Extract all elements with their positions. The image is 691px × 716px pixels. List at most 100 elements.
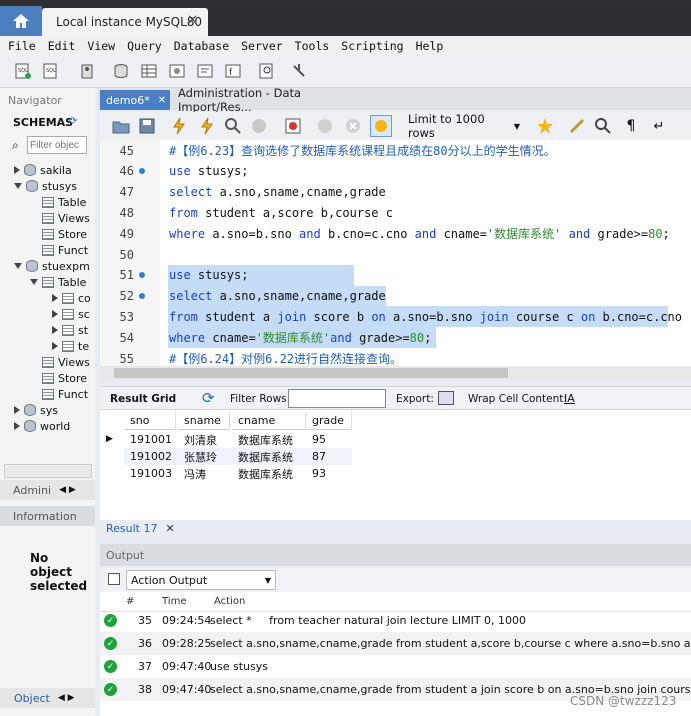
- open-sql-file-icon[interactable]: SQL: [40, 60, 62, 82]
- column-header-cname[interactable]: cname: [232, 412, 306, 430]
- cell-grade[interactable]: 95: [306, 431, 326, 448]
- copy-icon[interactable]: [108, 573, 120, 585]
- refresh-schemas-icon[interactable]: ⟳: [69, 116, 77, 127]
- tree-item-table-teacher[interactable]: te: [52, 338, 89, 354]
- menu-scripting[interactable]: Scripting: [333, 39, 403, 53]
- expand-icon[interactable]: [52, 310, 58, 318]
- tab-demo6[interactable]: demo6* ✕: [100, 90, 170, 110]
- cell-sname[interactable]: 冯涛: [178, 465, 206, 482]
- tree-item-sakila[interactable]: sakila: [14, 162, 72, 178]
- output-row[interactable]: ✓ 35 09:24:54 select * from teacher natu…: [100, 609, 691, 632]
- tree-item-table-student[interactable]: st: [52, 322, 88, 338]
- create-view-icon[interactable]: [166, 60, 188, 82]
- wrap-cell-icon[interactable]: IA: [564, 392, 575, 405]
- code-line[interactable]: 55 #【例6.24】对例6.22进行自然连接查询。: [100, 348, 691, 367]
- tree-item-tables[interactable]: Table: [42, 194, 86, 210]
- explain-icon[interactable]: [222, 115, 244, 137]
- menu-tools[interactable]: Tools: [287, 39, 330, 53]
- cell-sno[interactable]: 191002: [124, 448, 172, 465]
- filter-rows-input[interactable]: [288, 389, 386, 408]
- column-header-grade[interactable]: grade: [306, 412, 352, 430]
- home-button[interactable]: [0, 6, 42, 36]
- tree-item-stored-procedures[interactable]: Store: [42, 226, 87, 242]
- tree-item-sys[interactable]: sys: [14, 402, 58, 418]
- collapse-icon[interactable]: [14, 183, 22, 189]
- result-grid-label[interactable]: Result Grid: [110, 393, 176, 405]
- cell-sno[interactable]: 191001: [124, 431, 172, 448]
- commit-icon[interactable]: [314, 115, 336, 137]
- collapse-icon[interactable]: [30, 279, 38, 285]
- expand-icon[interactable]: [14, 166, 20, 174]
- cell-cname[interactable]: 数据库系统: [232, 465, 293, 482]
- output-row[interactable]: ✓ 36 09:28:25 select a.sno,sname,cname,g…: [100, 632, 691, 655]
- menu-file[interactable]: File: [0, 39, 36, 53]
- close-icon[interactable]: ✕: [165, 522, 174, 535]
- expand-icon[interactable]: [52, 294, 58, 302]
- save-icon[interactable]: [136, 115, 158, 137]
- code-line[interactable]: 51 use stusys;: [100, 264, 691, 286]
- expand-icon[interactable]: [14, 406, 20, 414]
- toggle-error-icon[interactable]: [282, 115, 304, 137]
- cell-cname[interactable]: 数据库系统: [232, 431, 293, 448]
- code-line[interactable]: 48 from student a,score b,course c: [100, 202, 691, 223]
- new-sql-tab-icon[interactable]: SQL: [12, 60, 34, 82]
- tree-item-stusys[interactable]: stusys: [14, 178, 77, 194]
- code-line[interactable]: 49 where a.sno=b.sno and b.cno=c.cno and …: [100, 223, 691, 244]
- find-icon[interactable]: [592, 115, 614, 137]
- tree-item-views[interactable]: Views: [42, 354, 90, 370]
- create-function-icon[interactable]: f: [222, 60, 244, 82]
- menu-database[interactable]: Database: [166, 39, 229, 53]
- connection-tab[interactable]: Local instance MySQL80 ✕: [42, 8, 208, 36]
- table-row[interactable]: 191001 刘清泉 数据库系统 95: [124, 431, 352, 448]
- filter-objects-input[interactable]: [27, 136, 87, 154]
- object-info-tab[interactable]: Object: [14, 692, 50, 705]
- column-header-sno[interactable]: sno: [124, 412, 176, 430]
- tree-item-world[interactable]: world: [14, 418, 70, 434]
- tree-item-views[interactable]: Views: [42, 210, 90, 226]
- editor-horizontal-scrollbar[interactable]: [100, 366, 691, 380]
- execute-current-icon[interactable]: [196, 115, 218, 137]
- code-line[interactable]: 53 from student a join score b on a.sno=b…: [100, 306, 691, 328]
- autocommit-toggle-icon[interactable]: [370, 115, 392, 137]
- cell-sname[interactable]: 张慧玲: [178, 448, 217, 465]
- create-schema-icon[interactable]: [110, 60, 132, 82]
- tree-item-functions[interactable]: Funct: [42, 386, 88, 402]
- menu-server[interactable]: Server: [233, 39, 283, 53]
- menu-view[interactable]: View: [79, 39, 115, 53]
- tab-scroll-arrows-icon[interactable]: ◀ ▶: [59, 485, 76, 495]
- expand-icon[interactable]: [52, 326, 58, 334]
- output-row[interactable]: ✓ 37 09:47:40 use stusys: [100, 655, 691, 678]
- invisible-chars-icon[interactable]: ¶: [620, 115, 642, 137]
- stop-icon[interactable]: [248, 115, 270, 137]
- wrap-lines-icon[interactable]: ↵: [648, 115, 670, 137]
- rollback-icon[interactable]: [342, 115, 364, 137]
- open-file-icon[interactable]: [110, 115, 132, 137]
- tree-item-tables[interactable]: Table: [30, 274, 86, 290]
- inspector-icon[interactable]: [76, 60, 98, 82]
- menu-help[interactable]: Help: [408, 39, 444, 53]
- create-table-icon[interactable]: [138, 60, 160, 82]
- search-table-data-icon[interactable]: [256, 60, 278, 82]
- column-header-sname[interactable]: sname: [178, 412, 230, 430]
- cell-cname[interactable]: 数据库系统: [232, 448, 293, 465]
- code-line[interactable]: 45 #【例6.23】查询选修了数据库系统课程且成绩在80分以上的学生情况。: [100, 140, 691, 161]
- code-line[interactable]: 47 select a.sno,sname,cname,grade: [100, 182, 691, 203]
- administration-tab[interactable]: Admini: [13, 484, 51, 497]
- cell-sname[interactable]: 刘清泉: [178, 431, 217, 448]
- close-icon[interactable]: ✕: [158, 95, 166, 106]
- cell-sno[interactable]: 191003: [124, 465, 172, 482]
- code-line[interactable]: 46 use stusys;: [100, 161, 691, 182]
- expand-icon[interactable]: [14, 422, 20, 430]
- menu-edit[interactable]: Edit: [40, 39, 76, 53]
- code-line[interactable]: 50: [100, 244, 691, 265]
- menu-query[interactable]: Query: [119, 39, 162, 53]
- tree-item-table-score[interactable]: sc: [52, 306, 90, 322]
- limit-rows-select[interactable]: Limit to 1000 rows ▼: [404, 112, 524, 140]
- output-type-select[interactable]: Action Output ▼: [126, 570, 276, 590]
- close-icon[interactable]: ✕: [187, 13, 198, 28]
- table-row[interactable]: 191002 张慧玲 数据库系统 87: [124, 448, 352, 465]
- code-line[interactable]: 54 where cname='数据库系统'and grade>=80;: [100, 327, 691, 349]
- bookmark-icon[interactable]: [534, 115, 556, 137]
- expand-icon[interactable]: [52, 342, 58, 350]
- scrollbar-thumb[interactable]: [114, 368, 508, 378]
